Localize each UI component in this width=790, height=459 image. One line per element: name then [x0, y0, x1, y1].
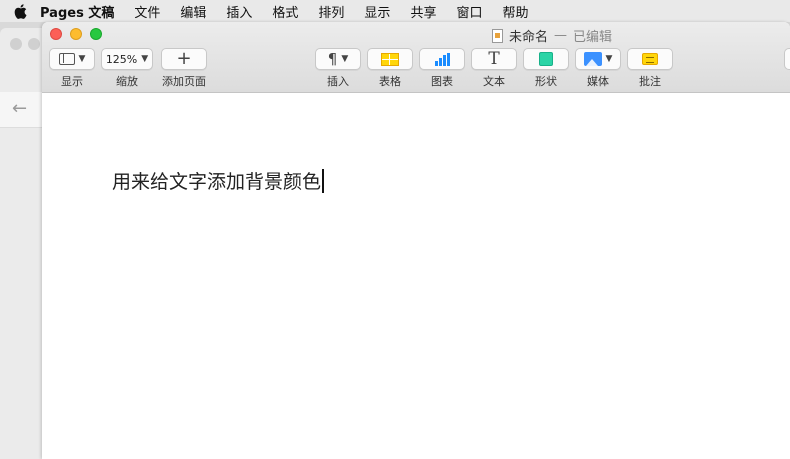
- insert-label: 插入: [327, 75, 349, 88]
- back-arrow-icon[interactable]: ←: [12, 98, 27, 119]
- apple-menu[interactable]: [0, 3, 40, 19]
- toolbar-chart: 图表: [419, 48, 465, 89]
- document-name: 未命名: [509, 30, 549, 45]
- zoom-select[interactable]: 125% ▼: [101, 48, 153, 70]
- text-button[interactable]: T: [471, 48, 517, 70]
- menu-file[interactable]: 文件: [134, 2, 160, 21]
- document-title[interactable]: 未命名 — 已编辑: [492, 26, 612, 45]
- document-status: 已编辑: [573, 30, 613, 45]
- toolbar-table: 表格: [367, 48, 413, 89]
- view-label: 显示: [61, 75, 83, 88]
- menu-edit[interactable]: 编辑: [180, 2, 206, 21]
- add-page-label: 添加页面: [162, 75, 206, 88]
- media-label: 媒体: [587, 75, 609, 88]
- table-icon: [381, 52, 399, 66]
- text-cursor: [322, 168, 324, 193]
- chart-icon: [434, 52, 450, 66]
- chart-label: 图表: [431, 75, 453, 88]
- shape-button[interactable]: [523, 48, 569, 70]
- shape-label: 形状: [535, 75, 557, 88]
- text-label: 文本: [483, 75, 505, 88]
- chart-button[interactable]: [419, 48, 465, 70]
- chevron-down-icon: ▼: [605, 54, 613, 64]
- menu-share[interactable]: 共享: [410, 2, 436, 21]
- menu-help[interactable]: 帮助: [502, 2, 528, 21]
- menu-bar: Pages 文稿 文件 编辑 插入 格式 排列 显示 共享 窗口 帮助: [0, 0, 790, 22]
- shape-icon: [539, 52, 553, 66]
- toolbar-overflow-button[interactable]: [784, 48, 790, 70]
- background-window-controls: [10, 38, 40, 50]
- pilcrow-icon: ¶: [327, 50, 338, 68]
- menu-view[interactable]: 显示: [364, 2, 390, 21]
- toolbar-insert: ¶ ▼ 插入: [315, 48, 361, 89]
- toolbar-media: ▼ 媒体: [575, 48, 621, 89]
- body-text-line[interactable]: 用来给文字添加背景颜色: [112, 167, 324, 194]
- toolbar-add-page: + 添加页面: [161, 48, 207, 89]
- chevron-down-icon: ▼: [141, 54, 149, 64]
- menu-arrange[interactable]: 排列: [318, 2, 344, 21]
- pages-window: 未命名 — 已编辑 ▼ 显示 125% ▼ 缩放 + 添加页面 ¶ ▼ 插入 表…: [42, 22, 790, 459]
- insert-button[interactable]: ¶ ▼: [315, 48, 361, 70]
- body-text: 用来给文字添加背景颜色: [112, 171, 322, 193]
- comment-icon: [642, 53, 658, 65]
- title-separator: —: [554, 28, 568, 43]
- close-button[interactable]: [50, 28, 62, 40]
- toolbar-view: ▼ 显示: [49, 48, 95, 89]
- menu-format[interactable]: 格式: [272, 2, 298, 21]
- table-label: 表格: [379, 75, 401, 88]
- zoom-value: 125%: [105, 52, 138, 66]
- comment-label: 批注: [639, 75, 661, 88]
- menu-app-name[interactable]: Pages 文稿: [40, 2, 114, 21]
- document-canvas[interactable]: 用来给文字添加背景颜色: [42, 93, 790, 459]
- chevron-down-icon: ▼: [341, 54, 349, 64]
- toolbar-zoom: 125% ▼ 缩放: [101, 48, 153, 89]
- table-button[interactable]: [367, 48, 413, 70]
- text-icon: T: [488, 48, 500, 69]
- window-controls: [50, 28, 102, 40]
- sidebar-view-icon: [58, 53, 75, 65]
- toolbar-text: T 文本: [471, 48, 517, 89]
- view-button[interactable]: ▼: [49, 48, 95, 70]
- plus-icon: +: [176, 48, 192, 69]
- document-icon: [492, 28, 503, 43]
- minimize-button[interactable]: [70, 28, 82, 40]
- toolbar-shape: 形状: [523, 48, 569, 89]
- title-bar: 未命名 — 已编辑 ▼ 显示 125% ▼ 缩放 + 添加页面 ¶ ▼ 插入 表…: [42, 22, 790, 93]
- menu-window[interactable]: 窗口: [456, 2, 482, 21]
- add-page-button[interactable]: +: [161, 48, 207, 70]
- apple-icon: [14, 3, 26, 19]
- chevron-down-icon: ▼: [78, 54, 86, 64]
- zoom-label: 缩放: [116, 75, 138, 88]
- comment-button[interactable]: [627, 48, 673, 70]
- menu-insert[interactable]: 插入: [226, 2, 252, 21]
- toolbar-comment: 批注: [627, 48, 673, 89]
- fullscreen-button[interactable]: [90, 28, 102, 40]
- media-button[interactable]: ▼: [575, 48, 621, 70]
- media-icon: [583, 52, 602, 66]
